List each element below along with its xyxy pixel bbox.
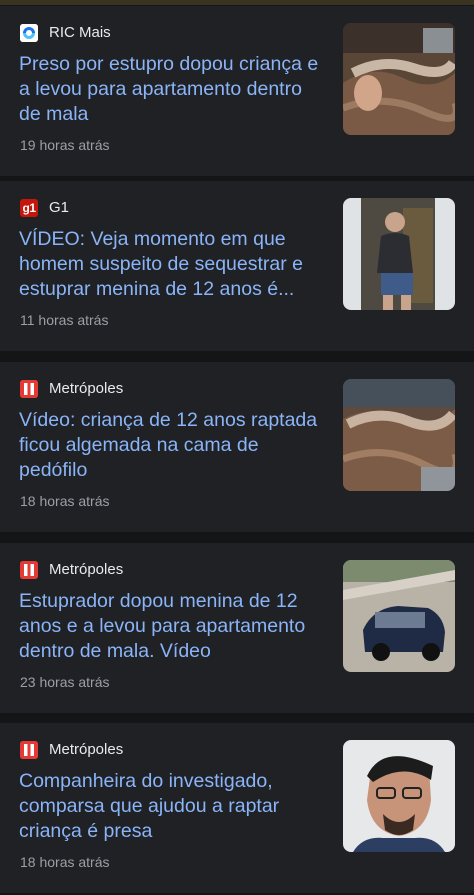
- news-source: Metrópoles: [20, 379, 123, 399]
- article-thumbnail[interactable]: [343, 379, 455, 491]
- article-thumbnail[interactable]: [343, 23, 455, 135]
- news-source: Metrópoles: [20, 560, 123, 580]
- article-headline[interactable]: Preso por estupro dopou criança e a levo…: [19, 52, 324, 127]
- article-timestamp: 18 horas atrás: [20, 493, 110, 509]
- article-headline[interactable]: Estuprador dopou menina de 12 anos e a l…: [19, 589, 324, 664]
- source-name: Metrópoles: [49, 741, 124, 758]
- news-source: g1 G1: [20, 198, 69, 218]
- article-thumbnail[interactable]: [343, 198, 455, 310]
- article-headline[interactable]: Companheira do investigado, comparsa que…: [19, 769, 324, 844]
- article-thumbnail[interactable]: [343, 560, 455, 672]
- news-card[interactable]: Metrópoles Vídeo: criança de 12 anos rap…: [0, 362, 474, 532]
- news-card[interactable]: Metrópoles Companheira do investigado, c…: [0, 723, 474, 893]
- ric-mais-logo-icon: [20, 24, 38, 42]
- news-source: RIC Mais: [20, 23, 111, 43]
- source-name: Metrópoles: [49, 561, 124, 578]
- metropoles-logo-icon: [20, 741, 38, 759]
- top-divider: [0, 0, 474, 5]
- article-headline[interactable]: VÍDEO: Veja momento em que homem suspeit…: [19, 227, 324, 302]
- article-timestamp: 11 horas atrás: [20, 312, 109, 328]
- metropoles-logo-icon: [20, 380, 38, 398]
- g1-logo-icon: g1: [20, 199, 38, 217]
- article-timestamp: 19 horas atrás: [20, 137, 110, 153]
- source-name: Metrópoles: [49, 380, 124, 397]
- news-card[interactable]: Metrópoles Estuprador dopou menina de 12…: [0, 543, 474, 713]
- metropoles-logo-icon: [20, 561, 38, 579]
- news-source: Metrópoles: [20, 740, 123, 760]
- article-headline[interactable]: Vídeo: criança de 12 anos raptada ficou …: [19, 408, 324, 483]
- source-name: RIC Mais: [49, 24, 111, 41]
- news-card[interactable]: RIC Mais Preso por estupro dopou criança…: [0, 6, 474, 176]
- news-card[interactable]: g1 G1 VÍDEO: Veja momento em que homem s…: [0, 181, 474, 351]
- source-name: G1: [49, 199, 70, 216]
- article-timestamp: 18 horas atrás: [20, 854, 110, 870]
- article-timestamp: 23 horas atrás: [20, 674, 110, 690]
- news-feed: RIC Mais Preso por estupro dopou criança…: [0, 0, 474, 895]
- article-thumbnail[interactable]: [343, 740, 455, 852]
